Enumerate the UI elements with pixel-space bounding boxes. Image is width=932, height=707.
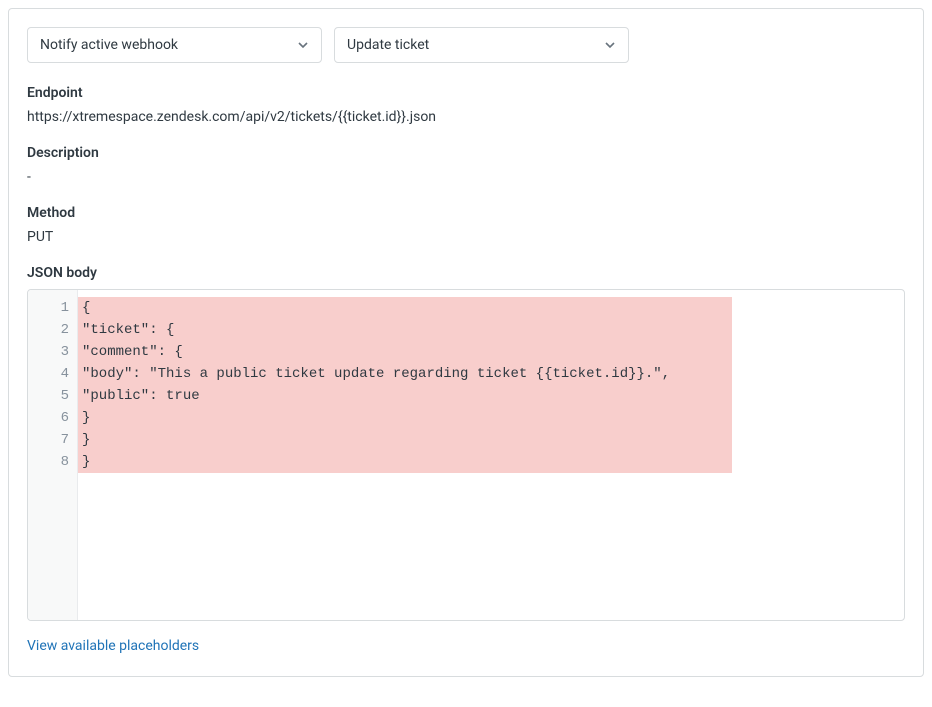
json-body-field: JSON body 1 2 3 4 5 6 7 8 { "ticket": { … [27,265,905,621]
code-line: } [78,429,904,451]
endpoint-value: https://xtremespace.zendesk.com/api/v2/t… [27,109,905,125]
endpoint-field: Endpoint https://xtremespace.zendesk.com… [27,85,905,125]
action-dropdown[interactable]: Notify active webhook [27,27,322,63]
method-value: PUT [27,229,905,245]
webhook-dropdown[interactable]: Update ticket [334,27,629,63]
code-line: "public": true [78,385,904,407]
json-body-editor[interactable]: 1 2 3 4 5 6 7 8 { "ticket": { "comment":… [27,289,905,621]
json-body-label: JSON body [27,265,905,281]
line-number: 4 [28,363,69,385]
line-number: 8 [28,451,69,473]
method-label: Method [27,205,905,221]
line-number: 5 [28,385,69,407]
dropdown-row: Notify active webhook Update ticket [27,27,905,63]
endpoint-label: Endpoint [27,85,905,101]
line-number: 7 [28,429,69,451]
chevron-down-icon [297,39,309,51]
webhook-config-panel: Notify active webhook Update ticket Endp… [8,8,924,677]
code-line: "ticket": { [78,319,904,341]
action-dropdown-label: Notify active webhook [40,37,178,53]
description-field: Description - [27,145,905,185]
webhook-dropdown-label: Update ticket [347,37,429,53]
code-line: { [78,297,904,319]
chevron-down-icon [604,39,616,51]
line-number: 1 [28,297,69,319]
line-number-gutter: 1 2 3 4 5 6 7 8 [28,290,78,620]
code-area[interactable]: { "ticket": { "comment": { "body": "This… [78,290,904,620]
line-number: 2 [28,319,69,341]
code-line: "comment": { [78,341,904,363]
code-line: } [78,407,904,429]
view-placeholders-link[interactable]: View available placeholders [27,638,199,654]
code-line: "body": "This a public ticket update reg… [78,363,904,385]
line-number: 6 [28,407,69,429]
description-label: Description [27,145,905,161]
line-number: 3 [28,341,69,363]
code-content: { "ticket": { "comment": { "body": "This… [78,297,904,473]
code-line: } [78,451,904,473]
description-value: - [27,169,905,185]
method-field: Method PUT [27,205,905,245]
